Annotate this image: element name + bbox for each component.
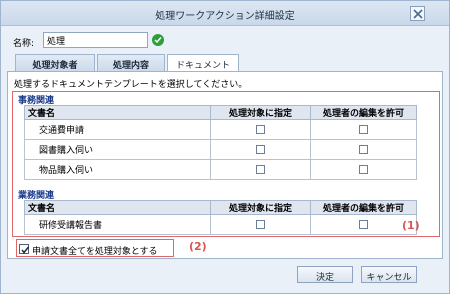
documents-table-business: 文書名 処理対象に指定 処理者の編集を許可 研修受講報告書 xyxy=(24,200,417,235)
instruction-text: 処理するドキュメントテンプレートを選択してください。 xyxy=(14,80,248,90)
target-checkbox[interactable] xyxy=(256,164,265,174)
column-header-editor: 処理者の編集を許可 xyxy=(310,200,417,215)
target-checkbox[interactable] xyxy=(256,124,265,134)
target-checkbox[interactable] xyxy=(256,144,265,154)
all-docs-checkbox[interactable] xyxy=(19,244,30,254)
editor-checkbox[interactable] xyxy=(359,219,368,229)
documents-panel: 処理するドキュメントテンプレートを選択してください。 事務関連 文書名 処理対象… xyxy=(7,71,443,259)
column-header-editor: 処理者の編集を許可 xyxy=(310,105,417,120)
editor-checkbox[interactable] xyxy=(359,124,368,134)
table-row: 図書購入伺い xyxy=(24,139,417,160)
editor-checkbox[interactable] xyxy=(359,164,368,174)
title-bar[interactable]: 処理ワークアクション詳細設定 xyxy=(1,1,449,26)
column-header-doc: 文書名 xyxy=(24,200,211,215)
checkmark-icon xyxy=(21,246,30,254)
name-label: 名称: xyxy=(13,39,35,49)
column-header-target: 処理対象に指定 xyxy=(210,105,311,120)
annotation-label-1: (1) xyxy=(402,219,420,232)
dialog: 処理ワークアクション詳細設定 名称: 処理対象者 処理内容 ドキュメント 処理す… xyxy=(0,0,450,294)
editor-checkbox[interactable] xyxy=(359,144,368,154)
all-docs-label: 申請文書全てを処理対象とする xyxy=(32,247,158,257)
ok-button[interactable]: 決定 xyxy=(297,266,353,283)
tab-target-users[interactable]: 処理対象者 xyxy=(15,54,95,72)
tab-process-content[interactable]: 処理内容 xyxy=(97,54,165,72)
column-header-doc: 文書名 xyxy=(24,105,211,120)
dialog-title: 処理ワークアクション詳細設定 xyxy=(155,11,295,22)
doc-name: 研修受講報告書 xyxy=(24,214,211,235)
close-button[interactable] xyxy=(410,6,425,21)
table-row: 研修受講報告書 xyxy=(24,214,417,235)
check-icon xyxy=(152,34,164,46)
doc-name: 図書購入伺い xyxy=(24,139,211,160)
table-row: 物品購入伺い xyxy=(24,159,417,180)
target-checkbox[interactable] xyxy=(256,219,265,229)
doc-name: 物品購入伺い xyxy=(24,159,211,180)
documents-table-office: 文書名 処理対象に指定 処理者の編集を許可 交通費申請 図書購入伺い 物品購入伺… xyxy=(24,105,417,180)
name-field[interactable] xyxy=(43,32,148,48)
table-row: 交通費申請 xyxy=(24,119,417,140)
doc-name: 交通費申請 xyxy=(24,119,211,140)
cancel-button[interactable]: キャンセル xyxy=(361,266,417,283)
annotation-label-2: (2) xyxy=(189,240,207,253)
column-header-target: 処理対象に指定 xyxy=(210,200,311,215)
